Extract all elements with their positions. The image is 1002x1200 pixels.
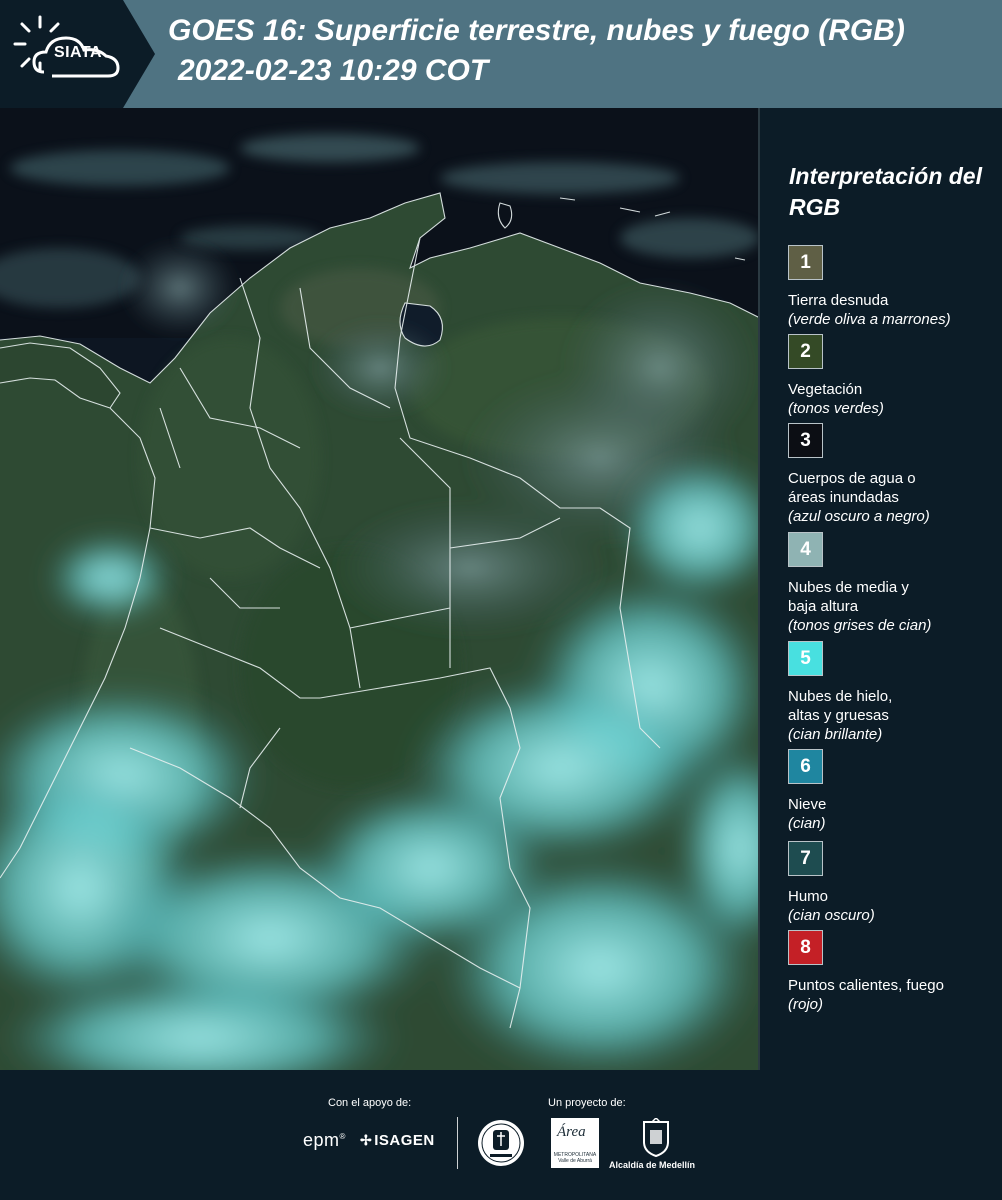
- header-bar: SIATA GOES 16: Superficie terrestre, nub…: [0, 0, 1002, 108]
- legend-item-vegetation: 2 Vegetación (tonos verdes): [788, 334, 998, 418]
- page-title: GOES 16: Superficie terrestre, nubes y f…: [168, 14, 905, 47]
- legend-item-description: (cian oscuro): [788, 907, 875, 924]
- legend-item-label: Nubes de hielo, altas y gruesas: [788, 688, 893, 724]
- legend-item-description: (tonos verdes): [788, 400, 884, 417]
- isagen-logo-text: ISAGEN: [374, 1132, 435, 1149]
- legend-item-smoke: 7 Humo (cian oscuro): [788, 841, 998, 925]
- legend-swatch: 4: [788, 532, 823, 567]
- legend-swatch: 3: [788, 423, 823, 458]
- epm-logo-text: epm: [303, 1130, 340, 1150]
- legend-title: Interpretación del RGB: [789, 163, 982, 220]
- legend-item-label: Puntos calientes, fuego: [788, 977, 944, 994]
- epm-logo: epm®: [303, 1130, 346, 1150]
- area-metropolitana-logo: Área METROPOLITANA Valle de Aburrá: [551, 1118, 599, 1168]
- legend-item-ice-clouds: 5 Nubes de hielo, altas y gruesas (cian …: [788, 641, 998, 744]
- footer-divider: [457, 1117, 458, 1169]
- page: SIATA GOES 16: Superficie terrestre, nub…: [0, 0, 1002, 1200]
- legend-item-label: Vegetación: [788, 381, 863, 398]
- legend-swatch: 1: [788, 245, 823, 280]
- area-logo-script: Área: [557, 1124, 586, 1140]
- support-label: Con el apoyo de:: [328, 1097, 412, 1109]
- alcaldia-label: Alcaldía de Medellín: [609, 1160, 696, 1170]
- legend-item-bare-soil: 1 Tierra desnuda (verde oliva a marrones…: [788, 245, 998, 329]
- legend-item-description: (azul oscuro a negro): [788, 508, 930, 525]
- legend-item-label: Nieve: [788, 796, 827, 813]
- satellite-image: [0, 108, 758, 1070]
- legend-item-description: (rojo): [788, 996, 824, 1013]
- logo-text: SIATA: [53, 44, 103, 61]
- legend-swatch: 2: [788, 334, 823, 369]
- area-logo-subtitle: METROPOLITANA Valle de Aburrá: [553, 1152, 597, 1164]
- legend-item-snow: 6 Nieve (cian): [788, 749, 998, 833]
- legend-item-description: (tonos grises de cian): [788, 617, 932, 634]
- legend-item-description: (cian brillante): [788, 726, 883, 743]
- legend-item-description: (cian): [788, 815, 826, 832]
- legend-item-water: 3 Cuerpos de agua o áreas inundadas (azu…: [788, 423, 998, 526]
- legend-swatch: 5: [788, 641, 823, 676]
- legend-item-low-clouds: 4 Nubes de media y baja altura (tonos gr…: [788, 532, 998, 635]
- legend-swatch: 8: [788, 930, 823, 965]
- legend-item-label: Tierra desnuda: [788, 292, 889, 309]
- legend-swatch: 7: [788, 841, 823, 876]
- satellite-map[interactable]: [0, 108, 760, 1070]
- university-seal-icon: [478, 1120, 524, 1166]
- isagen-logo: ✢ ISAGEN: [360, 1132, 435, 1149]
- page-timestamp: 2022-02-23 10:29 COT: [178, 54, 489, 87]
- siata-logo: SIATA: [0, 0, 155, 108]
- legend-item-label: Cuerpos de agua o áreas inundadas: [788, 470, 916, 506]
- legend-item-description: (verde oliva a marrones): [788, 311, 951, 328]
- project-label: Un proyecto de:: [548, 1097, 626, 1109]
- legend-item-label: Nubes de media y baja altura: [788, 579, 909, 615]
- medellin-shield-icon: [643, 1118, 669, 1158]
- footer: Con el apoyo de: Un proyecto de: epm® ✢ I…: [0, 1070, 1002, 1200]
- isagen-star-icon: ✢: [360, 1132, 373, 1148]
- legend-item-label: Humo: [788, 888, 829, 905]
- legend-panel: Interpretación del RGB 1 Tierra desnuda …: [762, 108, 1002, 1070]
- legend-item-fire: 8 Puntos calientes, fuego (rojo): [788, 930, 998, 1014]
- legend-swatch: 6: [788, 749, 823, 784]
